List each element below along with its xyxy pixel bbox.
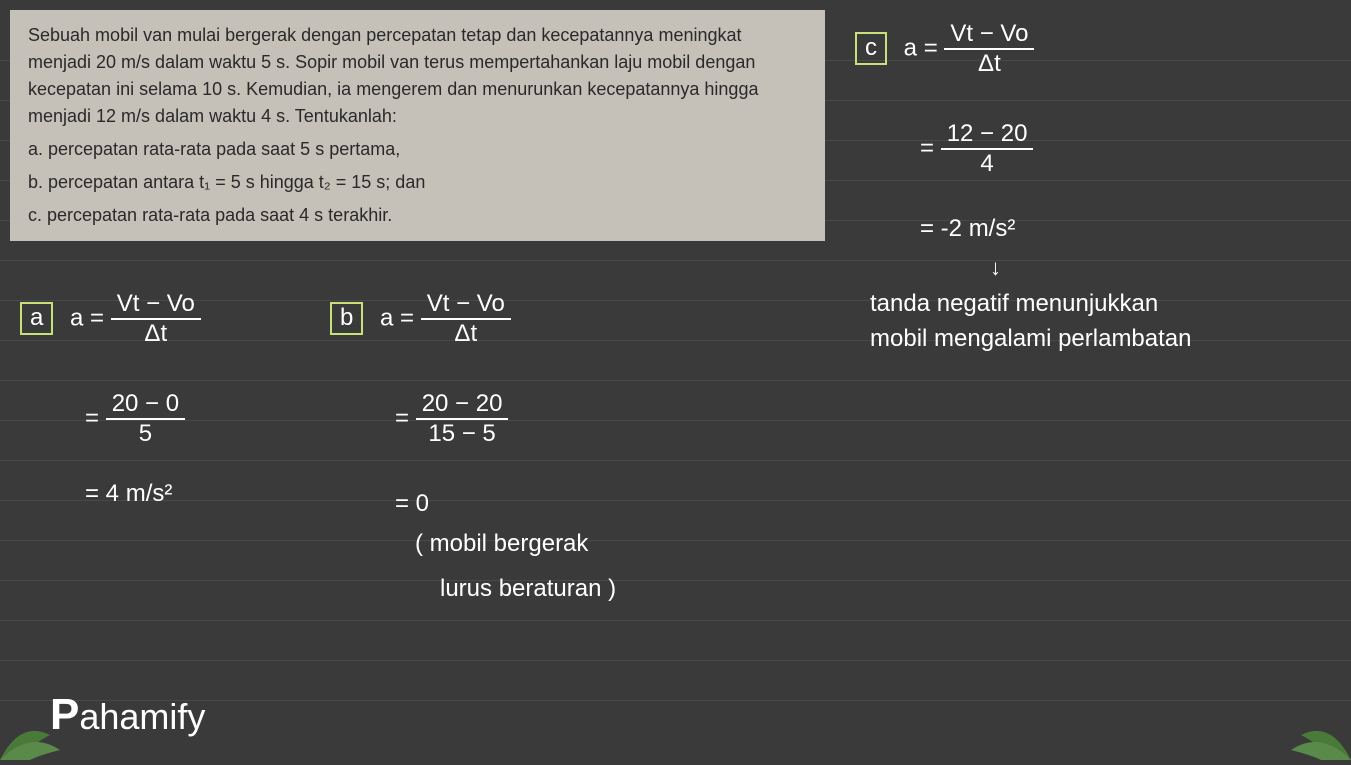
problem-text: Sebuah mobil van mulai bergerak dengan p… xyxy=(10,10,825,241)
eq-sign-a: = xyxy=(85,404,99,431)
formula-frac-b: Vt − Vo Δt xyxy=(421,290,511,348)
label-a: a xyxy=(20,302,53,335)
c-step2-num: 12 − 20 xyxy=(941,120,1034,150)
question-b: b. percepatan antara t₁ = 5 s hingga t₂ … xyxy=(28,169,807,196)
label-b: b xyxy=(330,302,363,335)
solution-c-note1: tanda negatif menunjukkan xyxy=(870,290,1158,318)
formula-den-a: Δt xyxy=(111,320,201,348)
solution-c-note2: mobil mengalami perlambatan xyxy=(870,325,1192,353)
b-step2-frac: 20 − 20 15 − 5 xyxy=(416,390,509,448)
c-step2-frac: 12 − 20 4 xyxy=(941,120,1034,178)
c-step2-den: 4 xyxy=(941,150,1034,178)
formula-lhs-a: a = xyxy=(70,304,104,331)
solution-b-note2: lurus beraturan ) xyxy=(440,575,616,603)
brand-text: ahamify xyxy=(79,696,205,737)
leaf-decoration-left-icon xyxy=(0,700,80,760)
formula-den-b: Δt xyxy=(421,320,511,348)
question-a: a. percepatan rata-rata pada saat 5 s pe… xyxy=(28,136,807,163)
solution-b-note1: ( mobil bergerak xyxy=(415,530,588,558)
a-step2-num: 20 − 0 xyxy=(106,390,185,420)
solution-b-result: = 0 xyxy=(395,490,429,518)
arrow-down-icon: ↓ xyxy=(990,255,1001,281)
solution-c-block: c a = Vt − Vo Δt xyxy=(855,20,1034,78)
formula-num: Vt − Vo xyxy=(944,20,1034,50)
a-step2-den: 5 xyxy=(106,420,185,448)
leaf-decoration-right-icon xyxy=(1271,700,1351,760)
question-c: c. percepatan rata-rata pada saat 4 s te… xyxy=(28,202,807,229)
formula-frac: Vt − Vo Δt xyxy=(944,20,1034,78)
formula-num-b: Vt − Vo xyxy=(421,290,511,320)
solution-a-block: a a = Vt − Vo Δt xyxy=(20,290,201,348)
a-step2-frac: 20 − 0 5 xyxy=(106,390,185,448)
formula-den: Δt xyxy=(944,50,1034,78)
formula-lhs-b: a = xyxy=(380,304,414,331)
solution-c-step2: = 12 − 20 4 xyxy=(920,120,1033,178)
solution-c-result: = -2 m/s² xyxy=(920,215,1015,243)
solution-a-result: = 4 m/s² xyxy=(85,480,172,508)
problem-intro: Sebuah mobil van mulai bergerak dengan p… xyxy=(28,22,807,130)
formula-frac-a: Vt − Vo Δt xyxy=(111,290,201,348)
label-c: c xyxy=(855,32,887,65)
solution-b-step2: = 20 − 20 15 − 5 xyxy=(395,390,508,448)
formula-num-a: Vt − Vo xyxy=(111,290,201,320)
formula-lhs: a = xyxy=(904,34,938,61)
b-step2-num: 20 − 20 xyxy=(416,390,509,420)
solution-a-step2: = 20 − 0 5 xyxy=(85,390,185,448)
solution-b-block: b a = Vt − Vo Δt xyxy=(330,290,511,348)
eq-sign-b: = xyxy=(395,404,409,431)
eq-sign: = xyxy=(920,134,934,161)
b-step2-den: 15 − 5 xyxy=(416,420,509,448)
